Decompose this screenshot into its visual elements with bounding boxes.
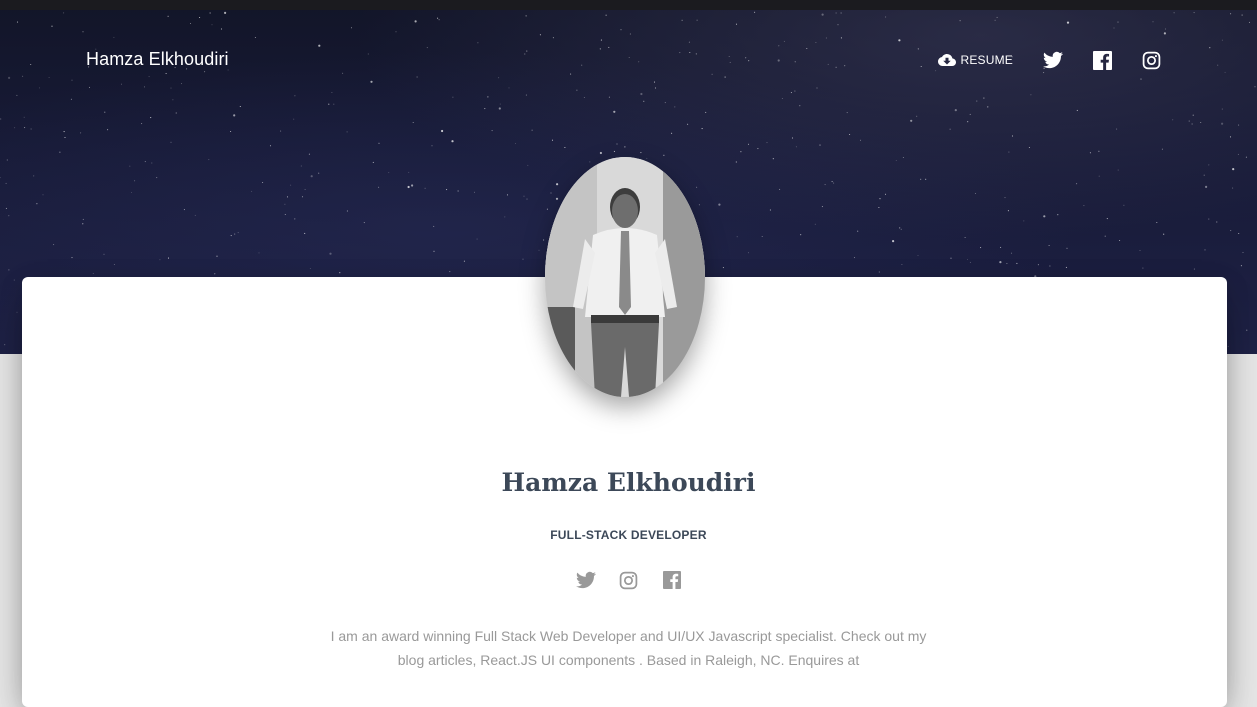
- brand-link[interactable]: Hamza Elkhoudiri: [86, 49, 229, 70]
- cloud-download-icon: [938, 54, 957, 66]
- resume-label: RESUME: [960, 53, 1013, 67]
- profile-social-links: [0, 569, 1257, 591]
- nav-twitter-link[interactable]: [1043, 50, 1063, 70]
- profile-bio: I am an award winning Full Stack Web Dev…: [330, 628, 927, 668]
- facebook-icon: [662, 571, 681, 589]
- nav-facebook-link[interactable]: [1093, 50, 1112, 70]
- top-nav: RESUME: [908, 44, 1161, 76]
- profile-avatar: [545, 157, 705, 397]
- profile-photo: [545, 157, 705, 397]
- profile-facebook-link[interactable]: [661, 569, 683, 591]
- profile-name: Hamza Elkhoudiri: [501, 468, 756, 497]
- resume-link[interactable]: RESUME: [938, 51, 1013, 69]
- instagram-icon: [1142, 51, 1161, 69]
- nav-instagram-link[interactable]: [1142, 51, 1161, 70]
- twitter-icon: [575, 571, 596, 589]
- profile-instagram-link[interactable]: [618, 569, 640, 591]
- facebook-icon: [1093, 50, 1112, 70]
- profile-twitter-link[interactable]: [575, 569, 597, 591]
- twitter-icon: [1043, 51, 1063, 69]
- instagram-icon: [619, 571, 638, 589]
- profile-title: FULL-STACK DEVELOPER: [550, 528, 707, 542]
